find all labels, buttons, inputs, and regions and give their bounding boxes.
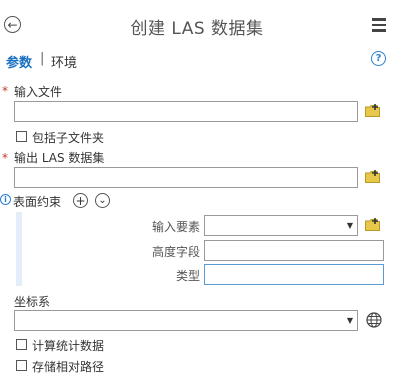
surface-constraints-label: 表面约束 — [13, 195, 62, 209]
type-label: 类型 — [175, 269, 200, 283]
hamburger-menu-icon[interactable] — [372, 18, 386, 35]
help-icon[interactable]: ? — [371, 51, 386, 66]
height-field-label: 高度字段 — [151, 245, 200, 259]
info-icon[interactable]: i — [0, 194, 11, 205]
store-relative-paths-label: 存储相对路径 — [32, 360, 105, 374]
compute-stats-checkbox[interactable] — [16, 339, 27, 350]
tab-separator: | — [40, 51, 45, 66]
browse-folder-icon[interactable] — [365, 104, 380, 117]
include-subfolders-label: 包括子文件夹 — [32, 131, 105, 145]
browse-folder-icon[interactable] — [365, 218, 380, 231]
output-las-label: 输出 LAS 数据集 — [14, 151, 105, 165]
required-marker: * — [2, 151, 8, 165]
dropdown-arrow-icon: ▼ — [346, 316, 353, 325]
input-features-label: 输入要素 — [151, 220, 200, 234]
add-row-icon[interactable]: + — [73, 193, 88, 208]
type-input[interactable] — [204, 264, 384, 285]
expand-chevron-icon[interactable]: ⌄ — [95, 193, 110, 208]
tab-environments[interactable]: 环境 — [51, 52, 77, 71]
browse-folder-icon[interactable] — [365, 170, 380, 183]
constraints-group-bar — [16, 212, 22, 286]
required-marker: * — [2, 84, 8, 98]
input-files-label: 输入文件 — [14, 85, 63, 99]
store-relative-paths-checkbox[interactable] — [16, 360, 27, 371]
output-las-field[interactable] — [14, 167, 358, 188]
compute-stats-label: 计算统计数据 — [32, 339, 105, 353]
coordinate-system-label: 坐标系 — [14, 295, 51, 309]
input-features-dropdown[interactable]: ▼ — [204, 215, 358, 236]
globe-icon[interactable] — [366, 312, 382, 328]
tab-parameters[interactable]: 参数 — [6, 52, 32, 71]
include-subfolders-checkbox[interactable] — [16, 131, 27, 142]
coordinate-system-dropdown[interactable]: ▼ — [14, 310, 358, 331]
dropdown-arrow-icon: ▼ — [346, 221, 353, 230]
height-field-input[interactable] — [204, 240, 384, 261]
input-files-field[interactable] — [14, 101, 358, 122]
page-title: 创建 LAS 数据集 — [130, 19, 264, 39]
